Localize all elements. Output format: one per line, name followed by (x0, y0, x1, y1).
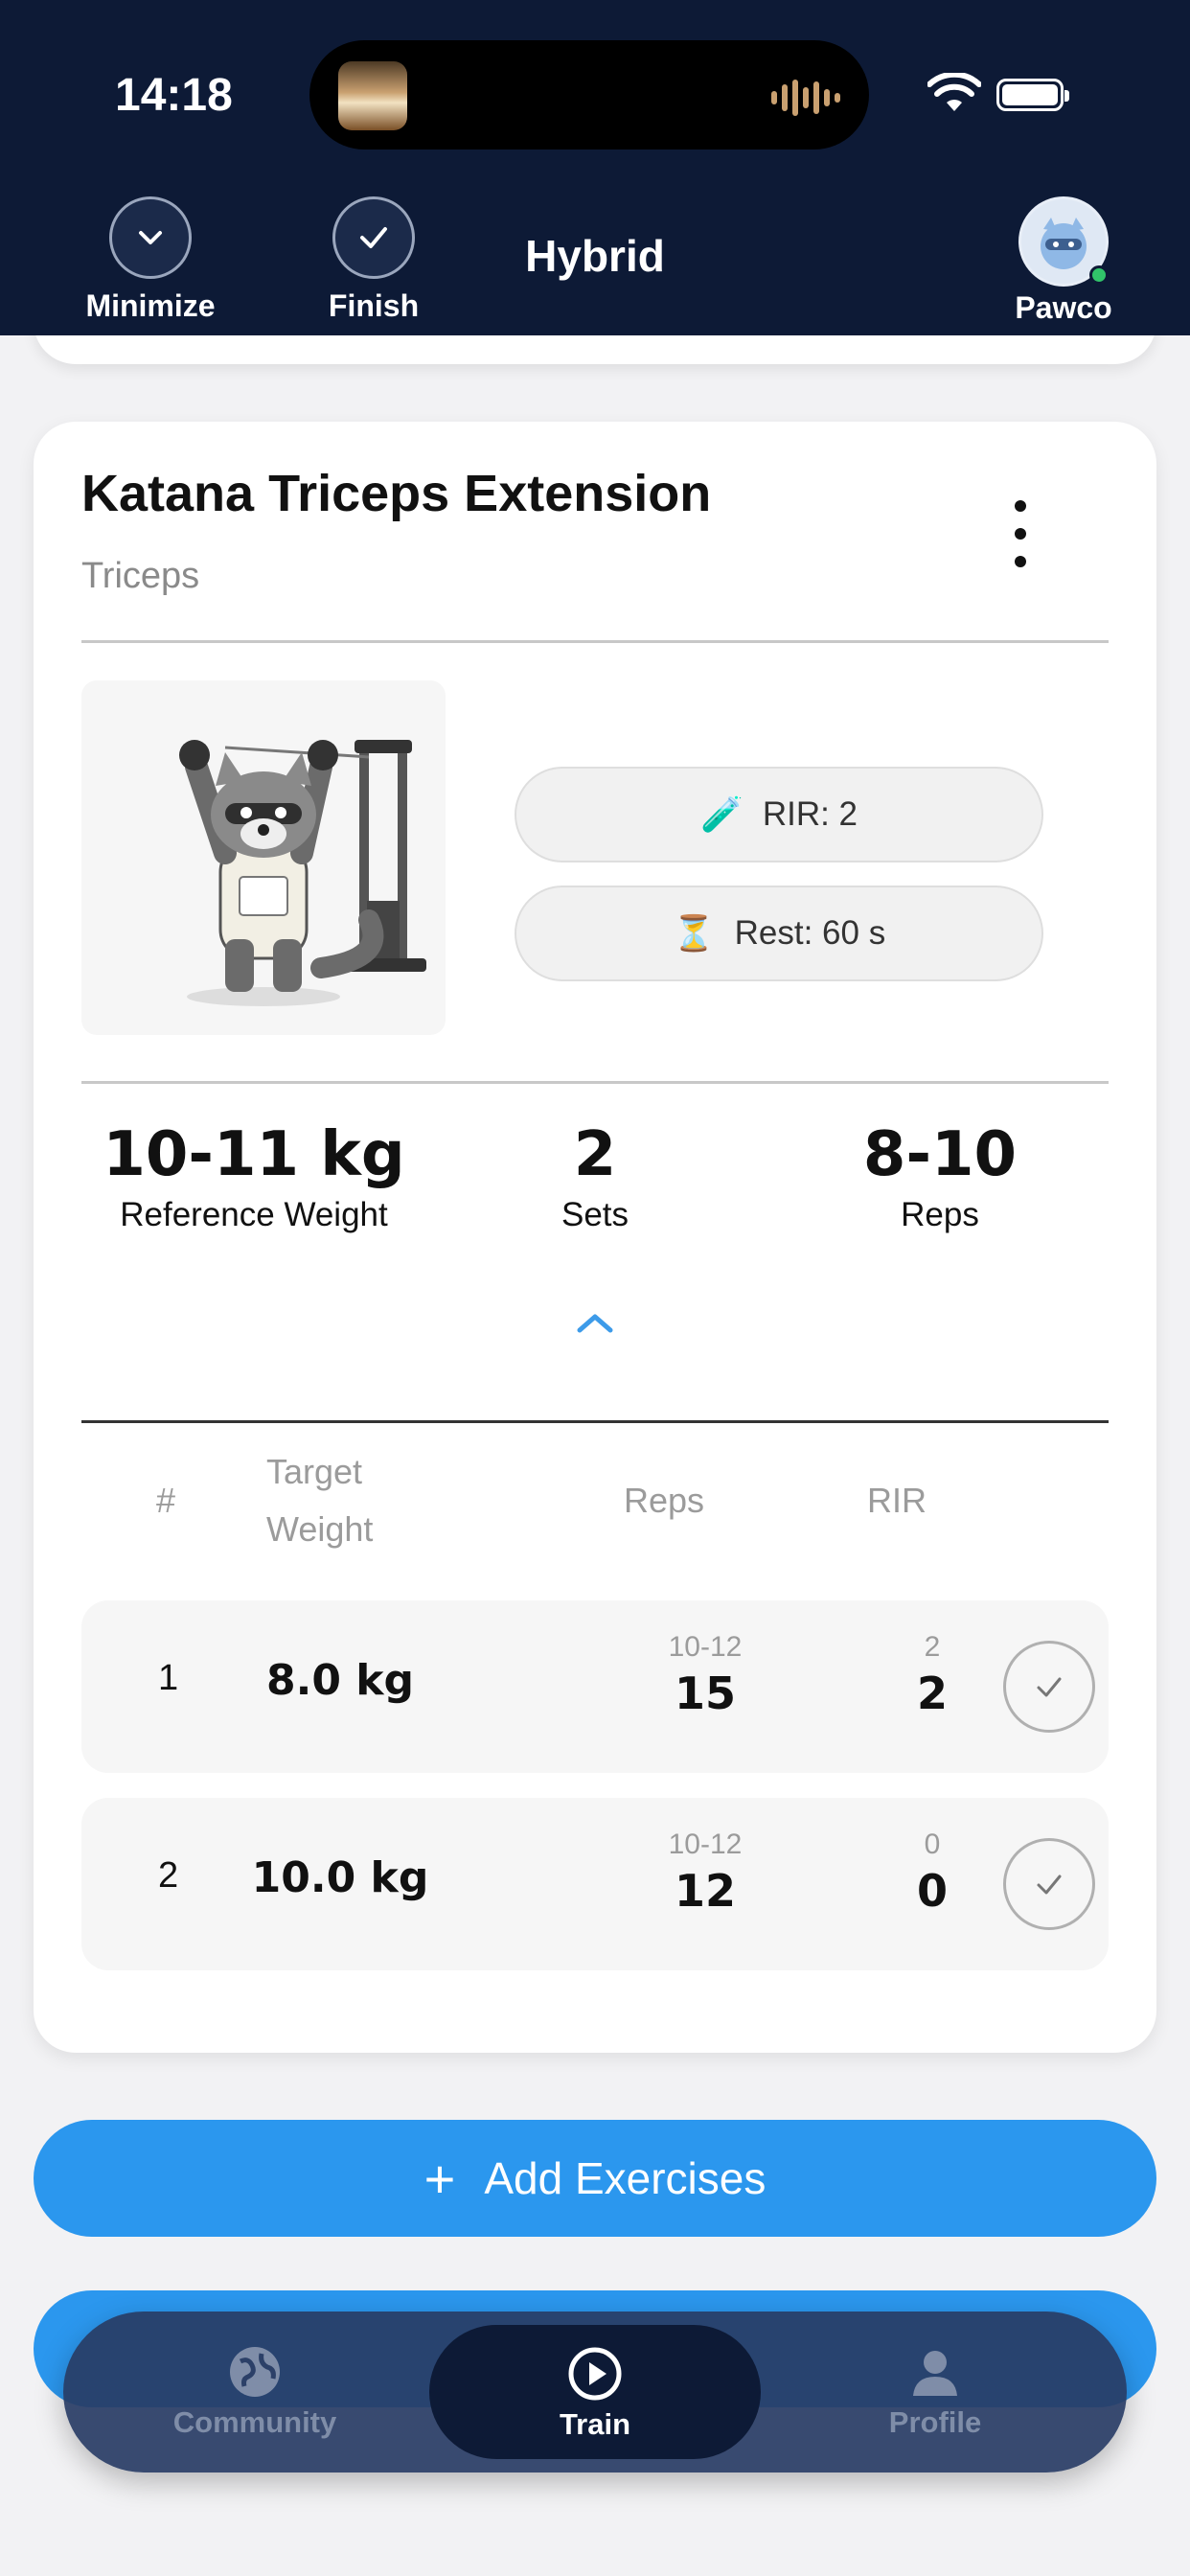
tab-community-label: Community (172, 2405, 337, 2439)
chevron-up-icon[interactable] (566, 1303, 624, 1342)
tab-profile[interactable]: Profile (772, 2312, 1098, 2472)
exercise-name: Katana Triceps Extension (81, 465, 712, 522)
app-header: 14:18 Minimize Finish Hybrid Pawco (0, 0, 1190, 335)
reps-actual: 12 (674, 1865, 736, 1917)
column-header-target-weight-line1: Target (266, 1452, 363, 1491)
add-exercises-button[interactable]: + Add Exercises (34, 2120, 1156, 2237)
rest-pill-label: Rest: 60 s (734, 914, 886, 952)
reps-stat: 8-10 Reps (825, 1119, 1055, 1234)
divider (81, 640, 1109, 643)
tab-train[interactable]: Train (429, 2325, 761, 2459)
audio-waveform-icon (771, 79, 840, 117)
checkmark-icon (1037, 1874, 1062, 1895)
reps-actual: 15 (674, 1668, 736, 1719)
exercise-illustration (81, 680, 446, 1035)
minimize-label: Minimize (85, 288, 216, 323)
rir-actual: 2 (916, 1668, 948, 1719)
rir-target: 2 (924, 1631, 941, 1663)
tab-profile-label: Profile (888, 2405, 982, 2439)
exercise-muscle: Triceps (81, 556, 200, 596)
divider (81, 1420, 1109, 1423)
divider (81, 1081, 1109, 1084)
set-rir[interactable]: 0 0 (856, 1828, 1009, 1917)
complete-set-button[interactable] (1003, 1641, 1095, 1733)
column-header-reps: Reps (624, 1481, 705, 1520)
rir-target: 0 (924, 1828, 941, 1860)
finish-label: Finish (328, 288, 420, 323)
column-header-target-weight-line2: Weight (266, 1509, 374, 1549)
rir-pill[interactable]: 🧪 RIR: 2 (515, 767, 1043, 862)
user-name: Pawco (1015, 290, 1112, 325)
profile-avatar-button[interactable]: Pawco (996, 196, 1131, 326)
set-weight[interactable]: 10.0 kg (225, 1853, 455, 1902)
rir-actual: 0 (916, 1865, 948, 1917)
set-reps[interactable]: 10-12 15 (629, 1631, 782, 1719)
set-row[interactable]: 1 8.0 kg 10-12 15 2 2 (81, 1600, 1109, 1773)
dynamic-island (309, 40, 869, 150)
battery-icon (996, 79, 1069, 111)
reps-target: 10-12 (668, 1631, 743, 1663)
column-header-number: # (156, 1481, 176, 1520)
add-exercises-label: Add Exercises (484, 2153, 767, 2203)
globe-icon (230, 2347, 280, 2397)
set-reps[interactable]: 10-12 12 (629, 1828, 782, 1917)
play-circle-icon (568, 2347, 622, 2401)
sets-value: 2 (573, 1119, 617, 1190)
reps-label: Reps (901, 1196, 979, 1233)
set-number: 2 (158, 1855, 179, 1896)
wifi-icon (927, 73, 981, 111)
rir-pill-label: RIR: 2 (762, 795, 858, 833)
complete-set-button[interactable] (1003, 1838, 1095, 1930)
status-time: 14:18 (115, 70, 233, 121)
reps-target: 10-12 (668, 1828, 743, 1860)
online-status-dot (1089, 265, 1109, 285)
set-rir[interactable]: 2 2 (856, 1631, 1009, 1719)
plus-icon: + (423, 2148, 456, 2209)
tab-community[interactable]: Community (92, 2312, 418, 2472)
gauge-icon: 🧪 (699, 794, 744, 834)
reference-weight-label: Reference Weight (120, 1196, 388, 1233)
column-header-rir: RIR (867, 1481, 927, 1520)
rest-pill[interactable]: ⏳ Rest: 60 s (515, 886, 1043, 981)
exercise-card: Katana Triceps Extension Triceps 🧪 RIR: … (34, 422, 1156, 2053)
reference-weight-stat: 10-11 kg Reference Weight (72, 1119, 436, 1234)
sets-label: Sets (561, 1196, 629, 1233)
bottom-tab-bar: Community Train Profile (63, 2312, 1127, 2472)
avatar (1018, 196, 1109, 287)
set-number: 1 (158, 1658, 179, 1698)
more-options-icon[interactable] (1001, 500, 1040, 567)
hourglass-icon: ⏳ (672, 913, 716, 953)
now-playing-artwork (338, 61, 407, 130)
reps-value: 8-10 (862, 1119, 1018, 1190)
reference-weight-value: 10-11 kg (103, 1119, 405, 1190)
sets-stat: 2 Sets (490, 1119, 700, 1234)
checkmark-icon (1037, 1677, 1062, 1697)
set-weight[interactable]: 8.0 kg (225, 1656, 455, 1705)
person-icon (913, 2351, 957, 2396)
set-row[interactable]: 2 10.0 kg 10-12 12 0 0 (81, 1798, 1109, 1970)
tab-train-label: Train (559, 2407, 631, 2441)
